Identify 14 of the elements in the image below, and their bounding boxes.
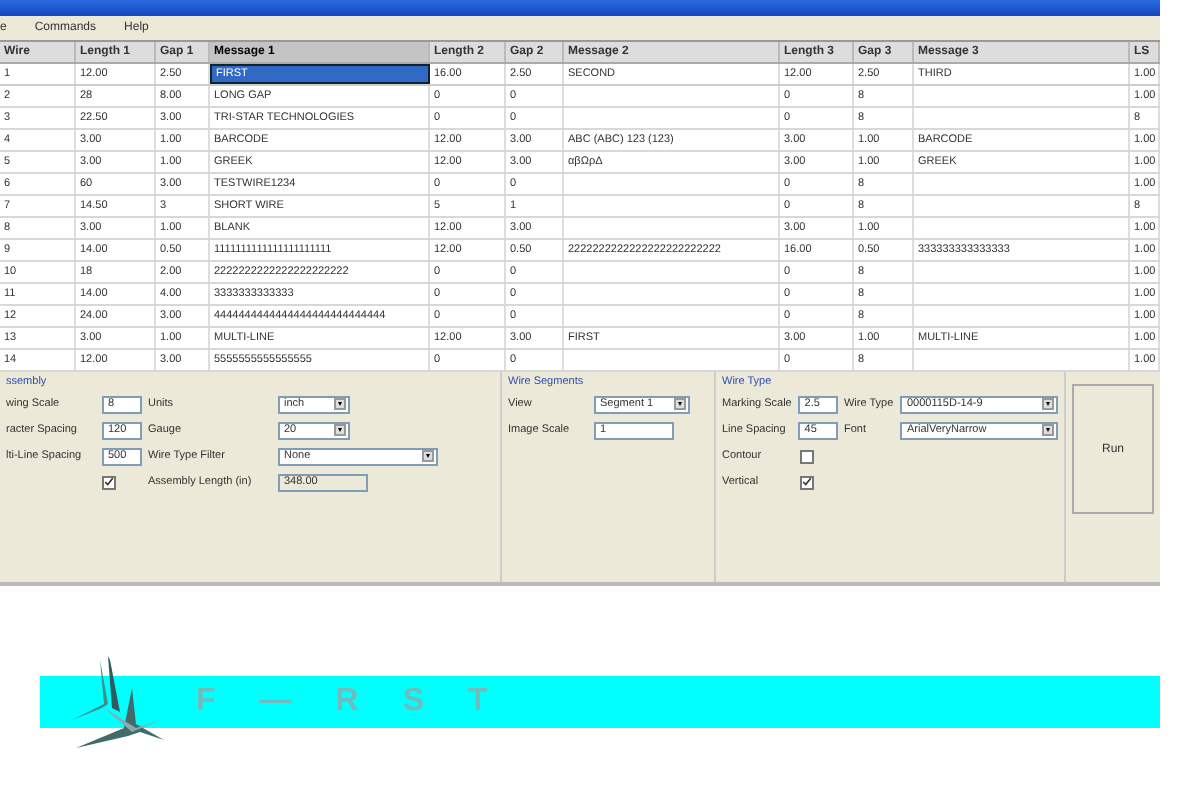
caret-icon bbox=[1042, 424, 1054, 436]
checkbox[interactable] bbox=[800, 449, 814, 463]
caret-icon bbox=[422, 450, 434, 462]
preview-letter: R bbox=[335, 684, 359, 720]
caret-icon bbox=[334, 424, 346, 436]
checkbox[interactable] bbox=[800, 475, 814, 489]
caret-icon bbox=[334, 398, 346, 410]
caret-icon bbox=[1042, 398, 1054, 410]
preview-letter: T bbox=[468, 684, 488, 720]
preview-letter: S bbox=[402, 684, 425, 720]
checkbox[interactable] bbox=[102, 475, 116, 489]
preview-letter: F bbox=[196, 684, 216, 720]
preview-letter: — bbox=[259, 684, 292, 720]
caret-icon bbox=[674, 398, 686, 410]
